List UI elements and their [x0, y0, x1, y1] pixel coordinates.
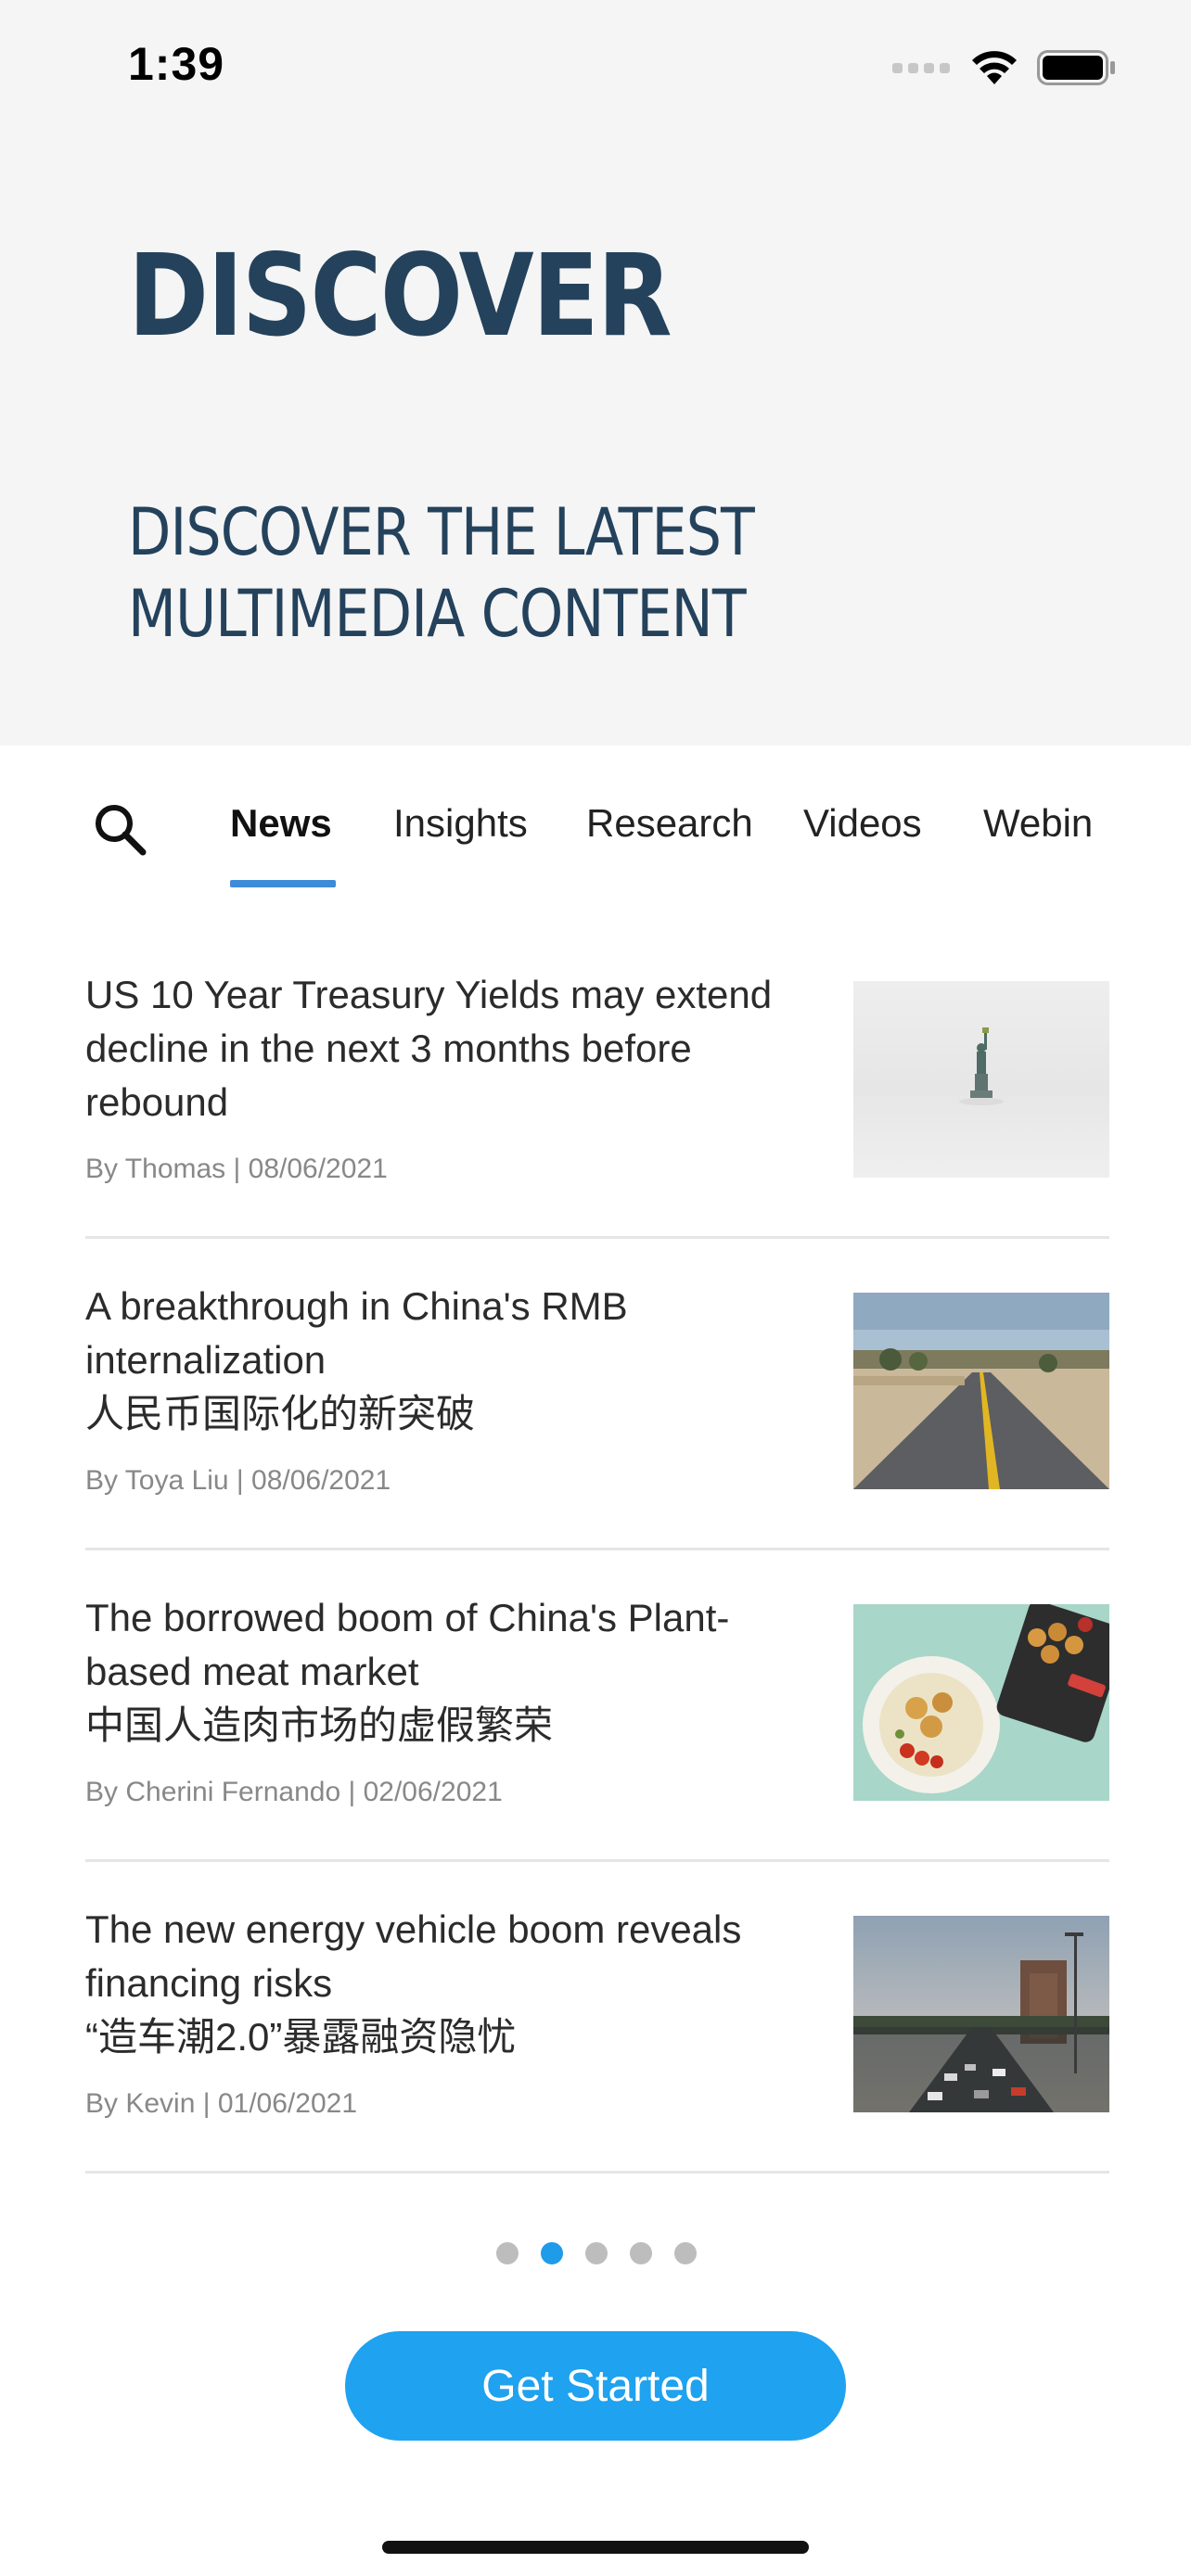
wifi-icon: [972, 51, 1017, 84]
tab-insights[interactable]: Insights: [393, 801, 528, 846]
search-icon: [96, 805, 147, 856]
page-dot[interactable]: [496, 2242, 519, 2264]
article-title-line: based meat market: [85, 1650, 419, 1693]
statue-of-liberty-image: [853, 981, 1109, 1178]
article-title-line: rebound: [85, 1080, 229, 1124]
page-dot[interactable]: [585, 2242, 608, 2264]
get-started-button[interactable]: Get Started: [345, 2331, 846, 2441]
article-title-line: The new energy vehicle boom reveals: [85, 1907, 742, 1951]
tab-videos[interactable]: Videos: [803, 801, 922, 846]
article-meta: By Kevin | 01/06/2021: [85, 2088, 357, 2119]
list-item[interactable]: The borrowed boom of China's Plant- base…: [85, 1550, 1109, 1862]
battery-icon: [1037, 50, 1115, 85]
article-title-line: The borrowed boom of China's Plant-: [85, 1596, 730, 1639]
search-button[interactable]: [89, 798, 154, 863]
nuggets-plate-image: [853, 1604, 1109, 1801]
article-thumbnail[interactable]: [853, 1916, 1109, 2112]
page-subtitle: DISCOVER THE LATEST MULTIMEDIA CONTENT: [128, 491, 830, 655]
article-title-line: “造车潮2.0”暴露融资隐忧: [85, 2015, 517, 2059]
list-item[interactable]: A breakthrough in China's RMB internaliz…: [85, 1239, 1109, 1550]
list-item[interactable]: The new energy vehicle boom reveals fina…: [85, 1862, 1109, 2174]
article-thumbnail[interactable]: [853, 1604, 1109, 1801]
hero-section: 1:39 DISCOVER DISCOVER THE LATEST MULTIM…: [0, 0, 1191, 746]
page-indicator: [496, 2242, 697, 2264]
article-title: The new energy vehicle boom reveals fina…: [85, 1903, 809, 2064]
article-title: A breakthrough in China's RMB internaliz…: [85, 1280, 809, 1441]
category-tabs: News Insights Research Videos Webin: [0, 746, 1191, 903]
article-title-line: A breakthrough in China's RMB: [85, 1284, 628, 1328]
article-title-line: 人民币国际化的新突破: [85, 1392, 476, 1435]
desert-highway-image: [853, 1293, 1109, 1489]
tab-scroll-area[interactable]: News Insights Research Videos Webin: [0, 746, 1098, 903]
tab-research[interactable]: Research: [586, 801, 753, 846]
page-dot[interactable]: [630, 2242, 652, 2264]
article-title-line: internalization: [85, 1338, 327, 1382]
status-time: 1:39: [128, 38, 225, 90]
cellular-signal-icon: [892, 62, 950, 73]
article-thumbnail[interactable]: [853, 981, 1109, 1178]
active-tab-indicator: [230, 880, 336, 887]
article-title-line: 中国人造肉市场的虚假繁荣: [85, 1703, 554, 1747]
article-title: The borrowed boom of China's Plant- base…: [85, 1591, 809, 1753]
article-title-line: financing risks: [85, 1961, 333, 2005]
article-thumbnail[interactable]: [853, 1293, 1109, 1489]
tab-webinars[interactable]: Webin: [983, 801, 1093, 846]
article-title-line: US 10 Year Treasury Yields may extend: [85, 973, 773, 1016]
status-icons: [892, 45, 1117, 91]
article-meta: By Thomas | 08/06/2021: [85, 1154, 388, 1184]
page-title: DISCOVER: [128, 230, 672, 362]
article-list: US 10 Year Treasury Yields may extend de…: [85, 927, 1109, 2174]
list-item[interactable]: US 10 Year Treasury Yields may extend de…: [85, 927, 1109, 1239]
subtitle-line: MULTIMEDIA CONTENT: [128, 576, 747, 652]
article-title: US 10 Year Treasury Yields may extend de…: [85, 968, 809, 1129]
page-dot[interactable]: [674, 2242, 697, 2264]
article-title-line: decline in the next 3 months before: [85, 1027, 692, 1070]
tab-news[interactable]: News: [230, 801, 332, 846]
article-meta: By Cherini Fernando | 02/06/2021: [85, 1777, 503, 1807]
page-dot-active[interactable]: [541, 2242, 563, 2264]
subtitle-line: DISCOVER THE LATEST: [128, 494, 755, 570]
home-indicator: [382, 2541, 809, 2554]
city-traffic-image: [853, 1916, 1109, 2112]
article-meta: By Toya Liu | 08/06/2021: [85, 1465, 391, 1496]
